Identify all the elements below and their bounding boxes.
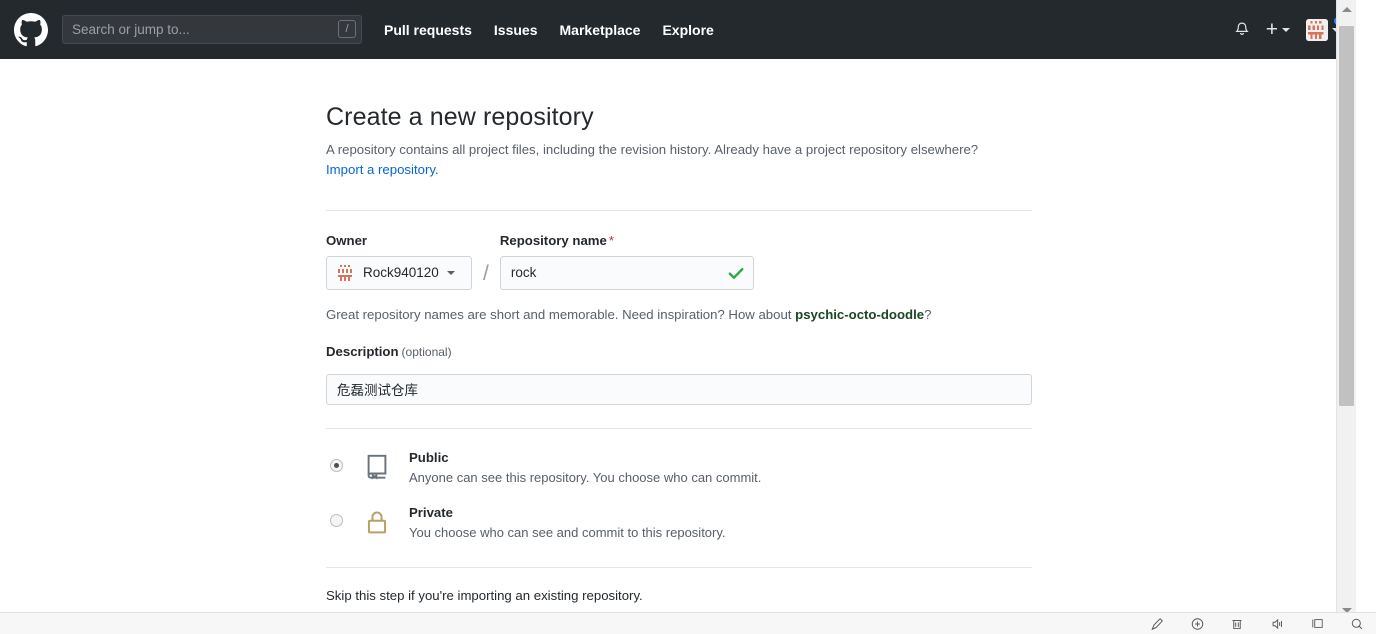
chevron-down-icon: [1282, 27, 1290, 32]
global-search[interactable]: /: [62, 15, 362, 44]
hint-suffix: ?: [924, 306, 932, 322]
divider-2: [326, 427, 1032, 429]
public-description: Anyone can see this repository. You choo…: [409, 470, 762, 486]
private-title: Private: [409, 504, 453, 520]
public-radio[interactable]: [330, 458, 343, 472]
repository-name-label: Repository name *: [500, 233, 754, 248]
owner-and-name-row: Owner Rock940120 / Repository name * roc…: [326, 233, 1032, 290]
divider-3: [326, 566, 1032, 568]
page-subtitle: A repository contains all project files,…: [326, 140, 1032, 180]
public-title: Public: [409, 449, 449, 465]
nav-pull-requests[interactable]: Pull requests: [384, 22, 472, 38]
lock-icon: [363, 504, 395, 537]
triangle-up-icon: [1341, 7, 1352, 12]
owner-identicon-icon: [336, 262, 356, 283]
repository-name-input[interactable]: [499, 255, 754, 290]
new-repository-form: Create a new repository A repository con…: [326, 59, 1032, 620]
visibility-option-private[interactable]: Private You choose who can see and commi…: [326, 504, 1032, 543]
os-taskbar: [0, 612, 1376, 634]
required-marker: *: [608, 232, 614, 248]
plus-icon: +: [1265, 18, 1278, 41]
visibility-option-public[interactable]: Public Anyone can see this repository. Y…: [326, 449, 1032, 488]
scroll-up-arrow-icon[interactable]: [1337, 0, 1356, 19]
add-circle-icon[interactable]: [1188, 616, 1206, 632]
owner-name-separator: /: [483, 261, 489, 285]
public-option-text: Public Anyone can see this repository. Y…: [409, 449, 761, 488]
search-input[interactable]: [62, 15, 362, 44]
private-option-text: Private You choose who can see and commi…: [409, 504, 726, 543]
description-field: Description (optional): [326, 344, 1032, 405]
repository-name-field: Repository name *: [499, 233, 754, 290]
pen-tool-icon[interactable]: [1148, 616, 1166, 632]
divider-1: [326, 209, 1032, 211]
page-scrollbar[interactable]: [1336, 0, 1356, 620]
search-icon[interactable]: [1348, 616, 1366, 632]
repo-book-icon: [363, 449, 395, 482]
description-optional-tag: (optional): [401, 344, 452, 359]
caret-down-icon: [446, 270, 455, 275]
nav-marketplace[interactable]: Marketplace: [560, 22, 641, 38]
window-panel-icon[interactable]: [1308, 616, 1326, 632]
notifications-bell-icon[interactable]: [1234, 21, 1250, 38]
visibility-options: Public Anyone can see this repository. Y…: [326, 449, 1032, 543]
description-label-text: Description: [326, 343, 399, 359]
browser-viewport: / Pull requests Issues Marketplace Explo…: [0, 0, 1356, 620]
scrollbar-thumb[interactable]: [1339, 26, 1354, 406]
private-description: You choose who can see and commit to thi…: [409, 525, 726, 541]
github-logo-icon[interactable]: [14, 12, 48, 47]
profile-menu[interactable]: [1306, 15, 1343, 41]
user-avatar: [1306, 18, 1328, 41]
hint-prefix: Great repository names are short and mem…: [326, 306, 796, 322]
description-label: Description (optional): [326, 344, 1032, 359]
skip-step-note: Skip this step if you're importing an ex…: [326, 587, 643, 603]
owner-label: Owner: [326, 232, 368, 248]
search-shortcut-badge: /: [338, 20, 356, 38]
header-actions: +: [1234, 15, 1343, 41]
trash-icon[interactable]: [1228, 616, 1246, 632]
nav-issues[interactable]: Issues: [494, 22, 538, 38]
volume-icon[interactable]: [1268, 616, 1286, 632]
page-subtitle-text: A repository contains all project files,…: [326, 142, 979, 157]
owner-select-button[interactable]: Rock940120: [326, 255, 472, 290]
import-repository-link[interactable]: Import a repository.: [326, 162, 439, 177]
nav-explore[interactable]: Explore: [662, 22, 713, 38]
repository-name-label-text: Repository name: [499, 232, 607, 248]
create-new-menu[interactable]: +: [1266, 19, 1290, 40]
private-radio[interactable]: [330, 513, 343, 527]
suggested-repo-name: psychic-octo-doodle: [795, 306, 925, 322]
page-title: Create a new repository: [326, 103, 594, 131]
github-global-header: / Pull requests Issues Marketplace Explo…: [0, 0, 1356, 59]
repository-name-hint: Great repository names are short and mem…: [326, 307, 1032, 322]
owner-name-text: Rock940120: [363, 265, 439, 281]
owner-field: Owner Rock940120: [326, 233, 472, 290]
description-input[interactable]: [326, 373, 1032, 405]
